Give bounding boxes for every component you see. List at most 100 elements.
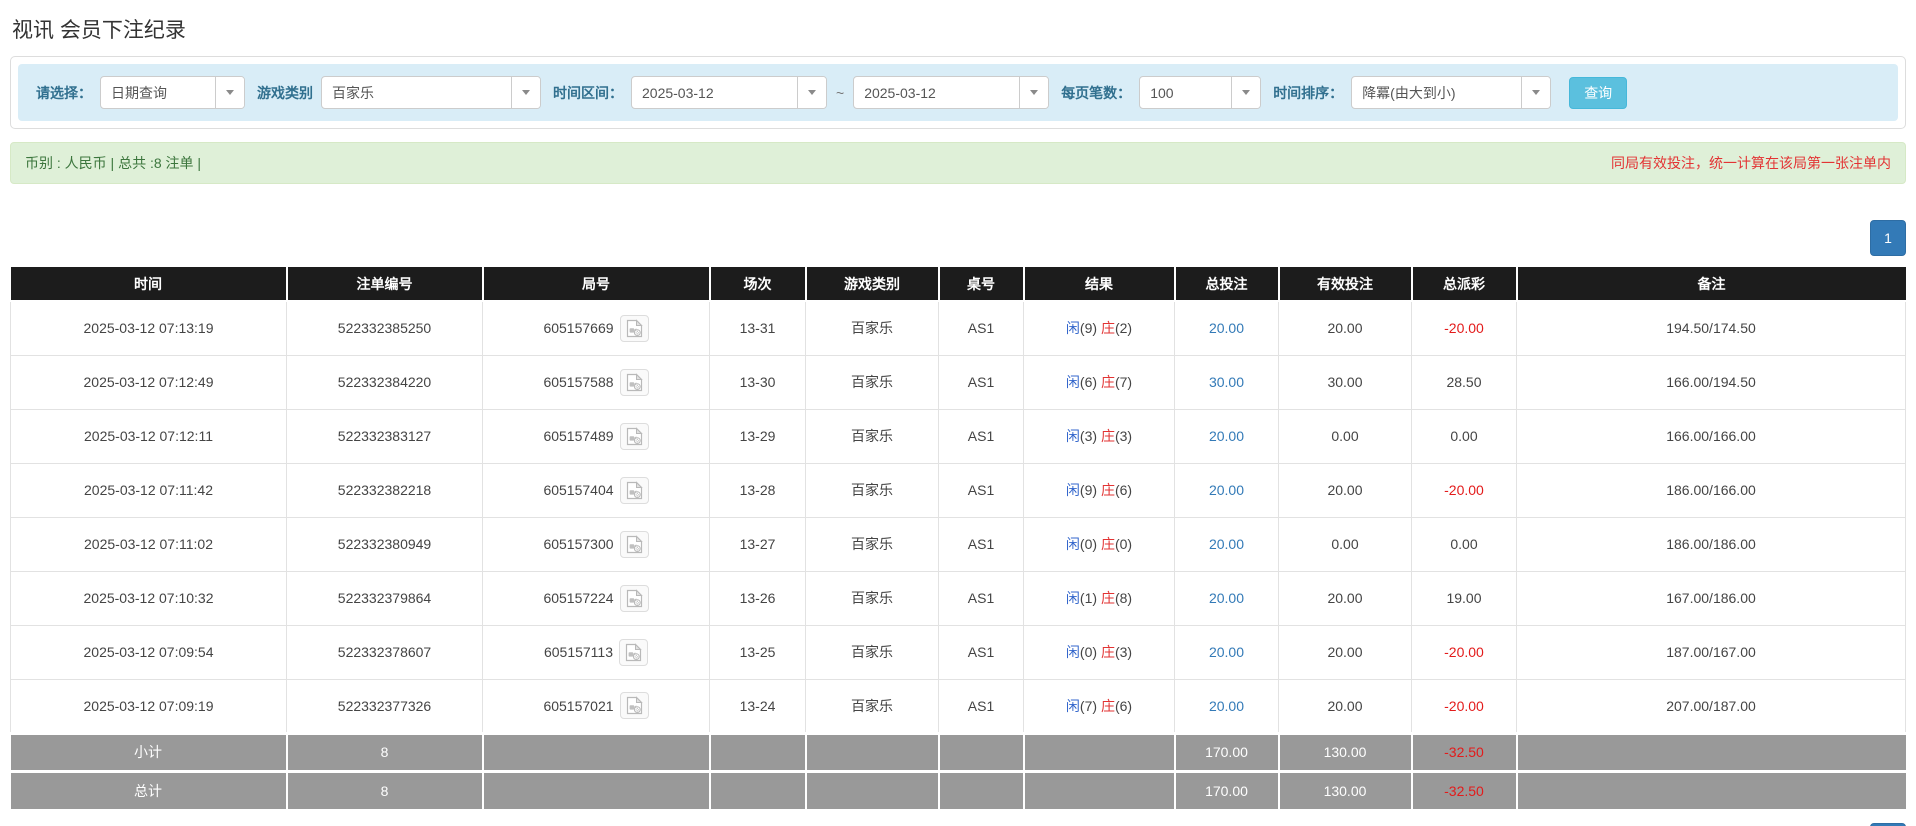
cell-result: 闲(3) 庄(3) (1023, 408, 1175, 464)
table-row: 2025-03-12 07:12:11 522332383127 605157489… (10, 408, 1906, 464)
time-range-label: 时间区间： (553, 84, 623, 101)
query-mode-select[interactable]: 日期查询 (100, 76, 245, 109)
cell-time: 2025-03-12 07:12:49 (10, 354, 287, 410)
cell-game-type: 百家乐 (805, 624, 939, 680)
table-row: 2025-03-12 07:10:32 522332379864 605157224… (10, 570, 1906, 626)
summary-label: 小计 (10, 731, 288, 771)
cell-total-bet: 30.00 (1174, 354, 1279, 410)
date-to-value: 2025-03-12 (864, 84, 936, 101)
cell-round: 605157588 (482, 354, 710, 410)
video-playback-button[interactable] (619, 584, 649, 612)
cell-session: 13-29 (709, 408, 806, 464)
video-playback-button[interactable] (619, 422, 649, 450)
cell-time: 2025-03-12 07:11:42 (10, 462, 287, 518)
total-bet-link[interactable]: 20.00 (1209, 698, 1244, 714)
cell-game-type: 百家乐 (805, 462, 939, 518)
cell-session: 13-28 (709, 462, 806, 518)
cell-result: 闲(0) 庄(3) (1023, 624, 1175, 680)
cell-remark: 166.00/194.50 (1516, 354, 1906, 410)
cell-time: 2025-03-12 07:09:54 (10, 624, 287, 680)
page-number-button[interactable]: 1 (1870, 220, 1906, 256)
time-sort-select[interactable]: 降冪(由大到小) (1351, 76, 1552, 109)
column-header: 有效投注 (1278, 267, 1413, 302)
total-bet-link[interactable]: 20.00 (1209, 482, 1244, 498)
cell-session: 13-26 (709, 570, 806, 626)
cell-table-number: AS1 (938, 300, 1024, 356)
cell-valid-bet: 30.00 (1278, 354, 1412, 410)
cell-bet-id: 522332378607 (286, 624, 483, 680)
video-playback-button[interactable] (619, 638, 649, 666)
chevron-down-icon[interactable] (1521, 77, 1551, 108)
chevron-down-icon[interactable] (797, 77, 826, 108)
column-header: 总派彩 (1411, 267, 1518, 302)
cell-total-bet: 20.00 (1174, 570, 1279, 626)
banker-result: 庄(6) (1100, 697, 1133, 714)
search-button[interactable]: 查询 (1569, 76, 1628, 109)
chevron-down-icon[interactable] (511, 77, 540, 108)
total-bet-link[interactable]: 30.00 (1209, 374, 1244, 390)
page-size-label: 每页笔数： (1061, 84, 1132, 101)
round-number: 605157669 (543, 320, 614, 337)
valid-bet-notice-text: 同局有效投注，统一计算在该局第一张注单内 (1611, 155, 1891, 171)
cell-table-number: AS1 (938, 678, 1024, 734)
cell-bet-id: 522332379864 (286, 570, 483, 626)
cell-time: 2025-03-12 07:12:11 (10, 408, 287, 464)
total-bet-link[interactable]: 20.00 (1209, 428, 1244, 444)
video-file-icon (626, 319, 643, 337)
total-bet-link[interactable]: 20.00 (1209, 644, 1244, 660)
table-row: 2025-03-12 07:09:19 522332377326 605157021… (10, 678, 1906, 734)
filter-panel: 请选择： 日期查询 游戏类别 百家乐 时间区间： 2025-03-12 ~ 20… (10, 56, 1906, 129)
summary-payout: -32.50 (1411, 769, 1518, 809)
cell-time: 2025-03-12 07:11:02 (10, 516, 287, 572)
column-header: 时间 (10, 267, 288, 302)
cell-result: 闲(7) 庄(6) (1023, 678, 1175, 734)
cell-remark: 207.00/187.00 (1516, 678, 1906, 734)
total-bet-link[interactable]: 20.00 (1209, 590, 1244, 606)
video-playback-button[interactable] (619, 476, 649, 504)
round-number: 605157224 (543, 590, 614, 606)
chevron-down-icon[interactable] (1231, 77, 1261, 108)
chevron-down-icon[interactable] (1019, 77, 1049, 108)
cell-remark: 186.00/186.00 (1516, 516, 1906, 572)
query-mode-value: 日期查询 (111, 84, 167, 101)
column-header: 备注 (1516, 267, 1906, 302)
column-header: 注单编号 (286, 267, 484, 302)
total-bet-link[interactable]: 20.00 (1209, 320, 1244, 336)
video-file-icon (626, 588, 643, 607)
video-playback-button[interactable] (619, 530, 649, 558)
date-to-select[interactable]: 2025-03-12 (853, 76, 1050, 109)
video-playback-button[interactable] (619, 368, 649, 396)
date-from-select[interactable]: 2025-03-12 (631, 76, 827, 109)
date-from-value: 2025-03-12 (642, 84, 714, 101)
summary-valid-bet: 130.00 (1278, 731, 1413, 771)
banker-result: 庄(3) (1100, 428, 1133, 444)
video-file-icon (625, 642, 642, 661)
cell-total-bet: 20.00 (1174, 624, 1279, 680)
cell-bet-id: 522332384220 (286, 354, 483, 410)
game-type-select[interactable]: 百家乐 (321, 76, 541, 109)
cell-round: 605157669 (482, 300, 710, 356)
summary-count: 8 (286, 769, 484, 809)
summary-count: 8 (286, 731, 484, 771)
cell-session: 13-27 (709, 516, 806, 572)
cell-time: 2025-03-12 07:10:32 (10, 570, 287, 626)
cell-total-bet: 20.00 (1174, 408, 1279, 464)
total-bet-link[interactable]: 20.00 (1209, 536, 1244, 552)
banker-result: 庄(8) (1100, 590, 1133, 606)
player-result: 闲(3) (1065, 428, 1098, 444)
video-playback-button[interactable] (619, 692, 649, 719)
player-result: 闲(0) (1065, 644, 1098, 660)
bet-records-table: 时间 注单编号 局号 场次 游戏类别 桌号 结果 总投注 有效投注 总派彩 备注 2025-03-1… (10, 267, 1906, 809)
video-playback-button[interactable] (619, 314, 649, 342)
cell-payout: -20.00 (1411, 678, 1517, 734)
cell-valid-bet: 0.00 (1278, 516, 1412, 572)
cell-table-number: AS1 (938, 408, 1024, 464)
page-size-select[interactable]: 100 (1139, 76, 1262, 109)
chevron-down-icon[interactable] (215, 77, 244, 108)
currency-summary-text: 币别 : 人民币 | 总共 :8 注单 | (25, 155, 202, 171)
video-file-icon (626, 696, 643, 715)
cell-bet-id: 522332377326 (286, 678, 483, 734)
table-row: 2025-03-12 07:11:42 522332382218 605157404… (10, 462, 1906, 518)
cell-session: 13-24 (709, 678, 806, 734)
filter-bar: 请选择： 日期查询 游戏类别 百家乐 时间区间： 2025-03-12 ~ 20… (18, 64, 1898, 121)
